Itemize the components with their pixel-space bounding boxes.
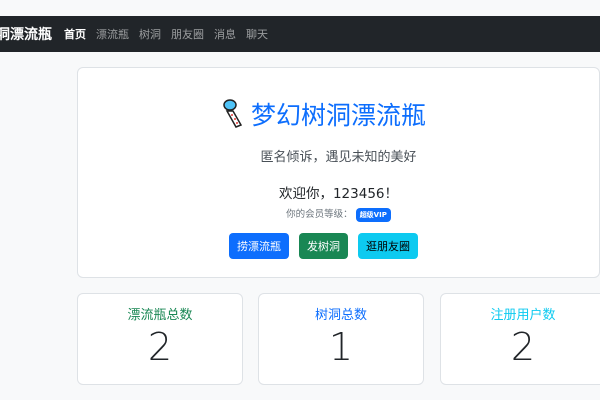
- welcome-text: 欢迎你，123456！: [278, 186, 399, 202]
- nav-chat[interactable]: 聊天: [246, 26, 268, 42]
- stat-label: 注册用户数: [490, 308, 556, 323]
- navbar: 洞漂流瓶 首页 漂流瓶 树洞 朋友圈 消息 聊天: [0, 16, 600, 52]
- site-title: 梦幻树洞漂流瓶: [250, 101, 426, 130]
- nav-home[interactable]: 首页: [64, 26, 86, 42]
- page-top-strip: [0, 0, 600, 16]
- nav-treehole[interactable]: 树洞: [139, 26, 161, 42]
- stat-value: 2: [147, 325, 173, 369]
- browse-moments-button[interactable]: 逛朋友圈: [358, 233, 418, 259]
- nav-moments[interactable]: 朋友圈: [171, 26, 204, 42]
- nav-messages[interactable]: 消息: [214, 26, 236, 42]
- hero-card: 梦幻树洞漂流瓶 匿名倾诉，遇见未知的美好 欢迎你，123456！ 你的会员等级：…: [77, 67, 600, 278]
- stat-label: 漂流瓶总数: [127, 308, 193, 323]
- stat-value: 1: [328, 325, 354, 369]
- scroll-lantern-icon: [223, 99, 243, 128]
- stat-label: 树洞总数: [314, 308, 367, 323]
- vip-level: 你的会员等级： 超级VIP: [78, 206, 599, 222]
- nav-bottles[interactable]: 漂流瓶: [96, 26, 129, 42]
- post-treehole-button[interactable]: 发树洞: [299, 233, 348, 259]
- navbar-brand[interactable]: 洞漂流瓶: [0, 24, 52, 44]
- stat-card-treeholes: 树洞总数 1: [258, 293, 424, 385]
- subtitle: 匿名倾诉，遇见未知的美好: [260, 150, 417, 165]
- page-title: 梦幻树洞漂流瓶: [48, 96, 599, 132]
- stat-card-bottles: 漂流瓶总数 2: [77, 293, 243, 385]
- stat-value: 2: [510, 325, 536, 369]
- vip-label: 你的会员等级：: [286, 209, 353, 220]
- stat-card-users: 注册用户数 2: [440, 293, 600, 385]
- vip-badge: 超级VIP: [355, 208, 391, 222]
- pick-bottle-button[interactable]: 捞漂流瓶: [229, 233, 289, 259]
